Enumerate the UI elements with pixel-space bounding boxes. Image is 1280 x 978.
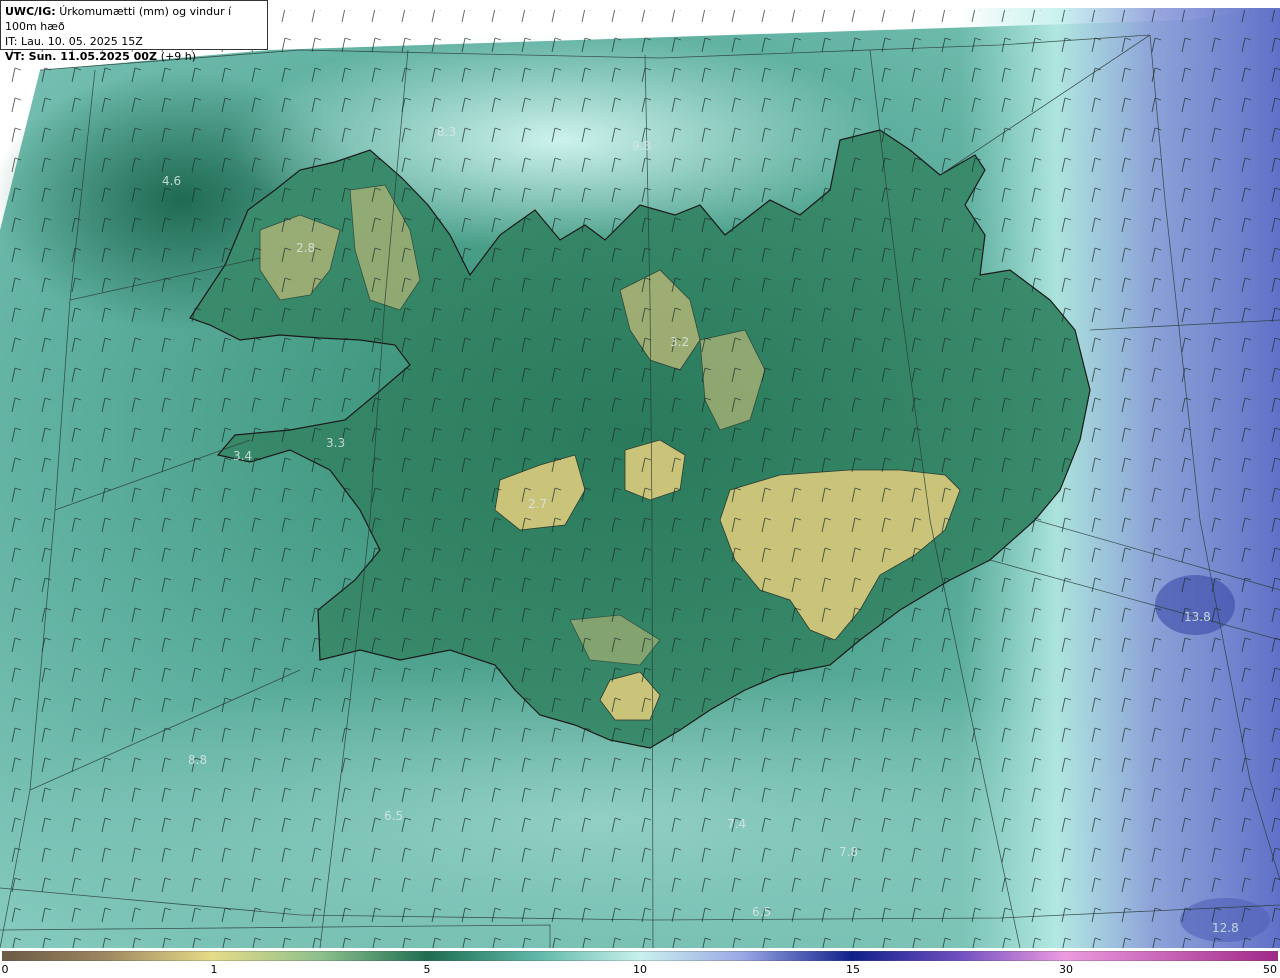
precipitation-colorbar [2, 951, 1278, 961]
colorbar-label: 5 [423, 963, 431, 976]
model-code: UWC/IG: [5, 5, 56, 18]
point-label: 13.8 [1184, 610, 1211, 624]
point-label: 12.8 [1212, 921, 1239, 935]
colorbar-label: 30 [1059, 963, 1073, 976]
precipitation-map[interactable]: 4.6 8.3 9.8 2.8 3.2 3.3 3.4 2.7 13.8 8.8… [0, 0, 1280, 948]
point-label: 6.5 [752, 905, 771, 919]
valid-time-line: VT: Sun. 11.05.2025 00Z (+9 h) [5, 49, 263, 64]
point-label: 7.4 [727, 817, 746, 831]
map-info-box: UWC/IG: Úrkomumætti (mm) og vindur í 100… [0, 0, 268, 63]
point-label: 3.2 [670, 335, 689, 349]
point-label: 8.3 [437, 125, 456, 139]
title-line: UWC/IG: Úrkomumætti (mm) og vindur í 100… [5, 4, 263, 34]
point-label: 7.8 [839, 845, 858, 859]
lead-time: (+9 h) [160, 50, 197, 63]
point-label: 4.6 [162, 174, 181, 188]
point-label: 9.8 [632, 139, 651, 153]
colorbar-label: 0 [1, 963, 9, 976]
colorbar-label: 15 [846, 963, 860, 976]
point-label: 8.8 [188, 753, 207, 767]
point-label: 2.8 [296, 241, 315, 255]
point-label: 3.4 [233, 449, 252, 463]
valid-time: VT: Sun. 11.05.2025 00Z [5, 50, 157, 63]
point-label: 6.5 [384, 809, 403, 823]
colorbar-label: 50 [1263, 963, 1277, 976]
issue-time: IT: Lau. 10. 05. 2025 15Z [5, 35, 143, 48]
colorbar-label: 1 [210, 963, 218, 976]
colorbar-label: 10 [633, 963, 647, 976]
point-label: 3.3 [326, 436, 345, 450]
point-label: 2.7 [528, 497, 547, 511]
